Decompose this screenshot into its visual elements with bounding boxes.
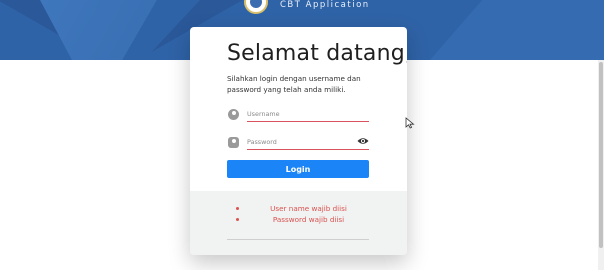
username-field bbox=[227, 107, 369, 125]
welcome-heading: Selamat datang, bbox=[227, 41, 407, 66]
login-instructions: Silahkan login dengan username dan passw… bbox=[227, 74, 361, 94]
error-message: User name wajib diisi bbox=[270, 204, 347, 213]
login-button[interactable]: Login bbox=[227, 160, 369, 178]
error-list: User name wajib diisi Password wajib dii… bbox=[190, 204, 407, 226]
password-input[interactable] bbox=[247, 135, 369, 150]
lock-icon bbox=[228, 137, 239, 148]
username-input[interactable] bbox=[247, 107, 369, 122]
eye-icon[interactable] bbox=[357, 137, 369, 145]
banner-decoration bbox=[430, 0, 604, 60]
divider bbox=[227, 239, 369, 240]
user-icon bbox=[228, 109, 239, 120]
mouse-cursor-icon bbox=[405, 117, 415, 129]
login-card: Selamat datang, Silahkan login dengan us… bbox=[190, 27, 407, 255]
page-scrollbar[interactable] bbox=[598, 60, 604, 270]
scrollbar-thumb[interactable] bbox=[599, 62, 603, 248]
error-item: Password wajib diisi bbox=[190, 215, 407, 226]
password-field bbox=[227, 135, 369, 153]
error-message: Password wajib diisi bbox=[272, 215, 345, 224]
error-panel: User name wajib diisi Password wajib dii… bbox=[190, 191, 407, 255]
error-item: User name wajib diisi bbox=[190, 204, 407, 215]
app-title: CBT Application bbox=[280, 0, 370, 10]
